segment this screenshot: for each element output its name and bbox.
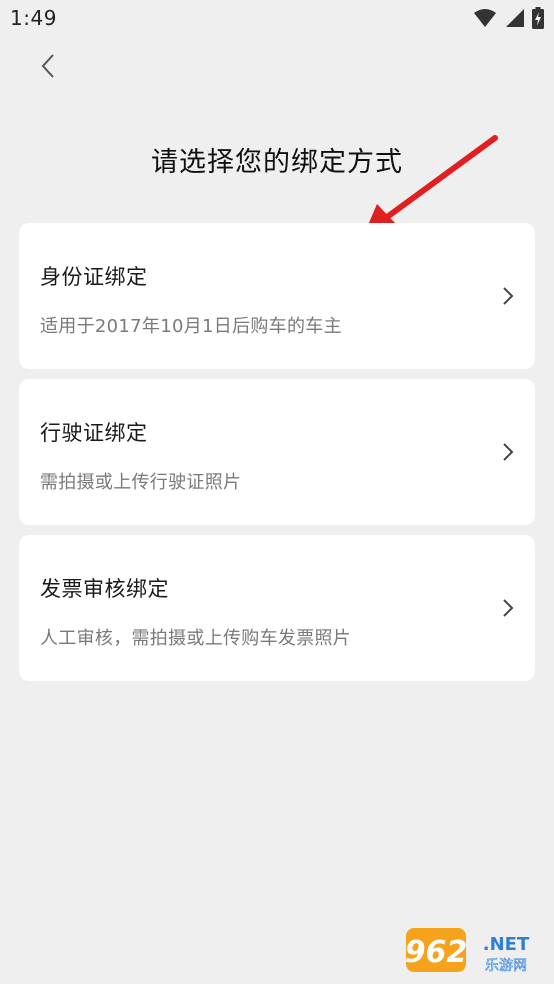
battery-charging-icon <box>532 7 544 29</box>
wifi-icon <box>474 9 496 27</box>
svg-text:乐游网: 乐游网 <box>485 958 527 974</box>
svg-text:962: 962 <box>406 935 467 970</box>
status-bar: 1:49 <box>0 0 554 38</box>
option-description: 需拍摄或上传行驶证照片 <box>40 472 242 493</box>
option-description: 人工审核，需拍摄或上传购车发票照片 <box>40 628 352 649</box>
option-title: 行驶证绑定 <box>40 421 148 445</box>
option-card-driving-license[interactable]: 行驶证绑定 需拍摄或上传行驶证照片 <box>19 379 535 525</box>
chevron-right-icon <box>503 599 514 617</box>
back-button[interactable] <box>30 48 66 84</box>
status-time: 1:49 <box>10 6 57 30</box>
status-icons <box>474 7 544 29</box>
option-card-invoice-review[interactable]: 发票审核绑定 人工审核，需拍摄或上传购车发票照片 <box>19 535 535 681</box>
signal-icon <box>506 9 524 27</box>
option-title: 身份证绑定 <box>40 265 148 289</box>
option-card-id-card[interactable]: 身份证绑定 适用于2017年10月1日后购车的车主 <box>19 223 535 369</box>
chevron-right-icon <box>503 443 514 461</box>
svg-text:.NET: .NET <box>483 934 530 955</box>
option-title: 发票审核绑定 <box>40 577 169 601</box>
watermark-logo: 962 .NET 乐游网 <box>406 928 530 974</box>
chevron-left-icon <box>41 54 54 78</box>
option-description: 适用于2017年10月1日后购车的车主 <box>40 316 342 337</box>
chevron-right-icon <box>503 287 514 305</box>
